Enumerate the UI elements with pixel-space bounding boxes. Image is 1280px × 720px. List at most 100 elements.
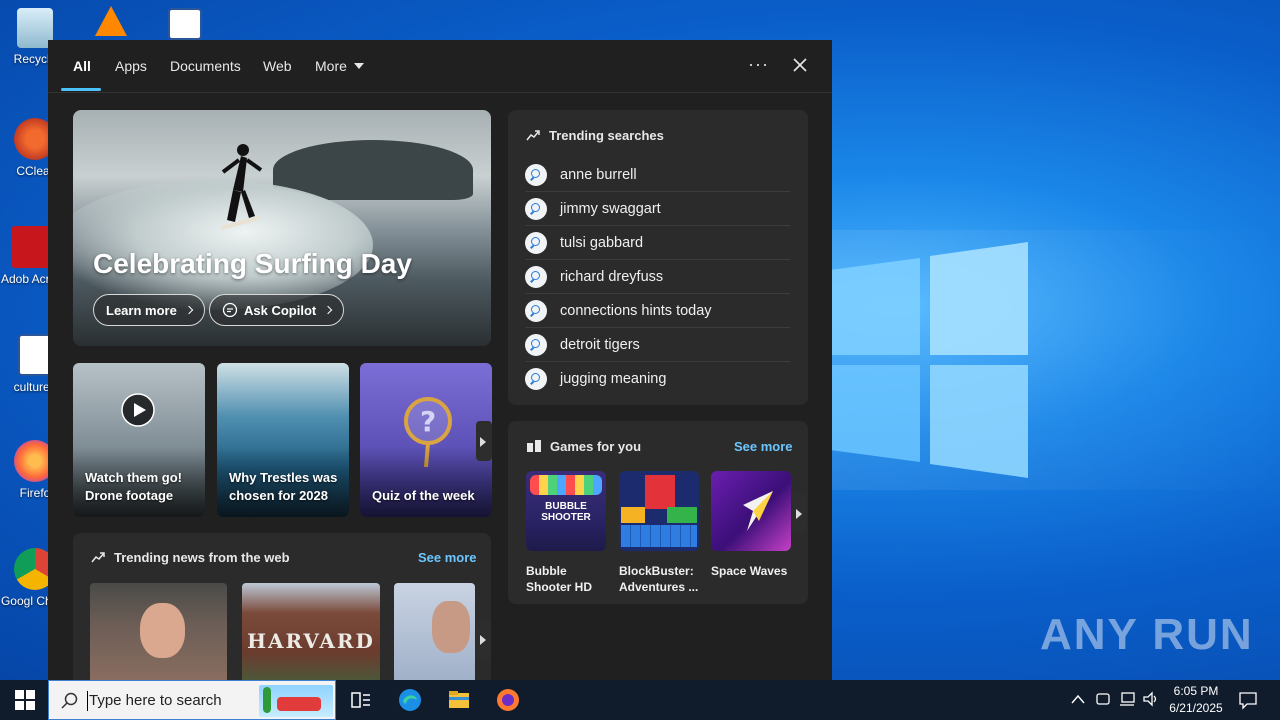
search-icon	[525, 265, 547, 288]
trending-search-item[interactable]: jimmy swaggart	[525, 192, 790, 226]
learn-more-button[interactable]: Learn more	[93, 294, 205, 326]
trending-search-item[interactable]: tulsi gabbard	[525, 226, 790, 260]
search-highlight-image	[259, 685, 333, 717]
trending-search-label: richard dreyfuss	[560, 268, 664, 285]
tile-caption: Quiz of the week	[372, 488, 475, 503]
game-bubble-shooter[interactable]: BUBBLE SHOOTER Bubble Shooter HD	[526, 471, 606, 595]
games-icon	[527, 440, 541, 452]
desktop-icon-word[interactable]	[164, 8, 206, 44]
games-next-button[interactable]	[792, 493, 806, 533]
trending-search-label: jimmy swaggart	[560, 200, 661, 217]
more-options-button[interactable]: ···	[748, 54, 769, 75]
harvard-text: HARVARD	[247, 629, 375, 653]
hero-card[interactable]: Celebrating Surfing Day Learn more Ask C…	[73, 110, 491, 346]
close-icon[interactable]	[789, 54, 811, 76]
ask-copilot-button[interactable]: Ask Copilot	[209, 294, 345, 326]
taskbar-search-box[interactable]: Type here to search	[48, 680, 336, 720]
news-see-more-link[interactable]: See more	[418, 550, 477, 565]
tiles-next-button[interactable]	[476, 421, 492, 461]
search-icon	[525, 333, 547, 356]
tab-web[interactable]: Web	[263, 58, 292, 74]
tab-more-label: More	[315, 58, 347, 74]
ask-copilot-label: Ask Copilot	[244, 302, 317, 318]
firefox-taskbar-icon[interactable]	[496, 688, 520, 712]
text-caret	[87, 691, 88, 711]
news-image-3[interactable]	[394, 583, 475, 680]
bubble-shooter-logo-text: BUBBLE SHOOTER	[541, 501, 591, 523]
tile-caption: Why Trestles was chosen for 2028	[229, 470, 338, 503]
trending-search-label: connections hints today	[560, 302, 712, 319]
trending-search-item[interactable]: richard dreyfuss	[525, 260, 790, 294]
trending-searches-card: Trending searches anne burrell jimmy swa…	[508, 110, 808, 405]
games-card: Games for you See more BUBBLE SHOOTER Bu…	[508, 421, 808, 604]
trending-search-item[interactable]: jugging meaning	[525, 362, 790, 396]
games-title: Games for you	[550, 439, 642, 454]
clock-time: 6:05 PM	[1173, 684, 1219, 698]
hero-title: Celebrating Surfing Day	[93, 248, 412, 279]
news-image-1[interactable]	[90, 583, 227, 680]
chevron-right-icon	[184, 305, 194, 315]
task-view-icon[interactable]	[349, 688, 373, 712]
desktop-icon-vlc[interactable]	[90, 6, 132, 40]
tab-apps[interactable]: Apps	[115, 58, 147, 74]
game-name: BlockBuster: Adventures ...	[619, 564, 699, 594]
search-tabs: All Apps Documents Web More ···	[48, 40, 832, 93]
desktop-icon-label: Firefo	[19, 486, 51, 500]
chat-bubble-icon	[222, 302, 238, 318]
tab-all[interactable]: All	[73, 58, 91, 74]
trending-icon	[526, 130, 540, 141]
volume-icon[interactable]	[1142, 691, 1160, 707]
learn-more-label: Learn more	[106, 302, 177, 318]
taskbar-clock[interactable]: 6:05 PM 6/21/2025	[1165, 683, 1227, 717]
trending-news-title: Trending news from the web	[114, 550, 290, 565]
tile-quiz[interactable]: ? Quiz of the week	[360, 363, 492, 517]
trending-icon	[91, 552, 105, 563]
news-image-2[interactable]: HARVARD	[242, 583, 380, 680]
file-explorer-icon[interactable]	[447, 688, 471, 712]
trending-search-label: tulsi gabbard	[560, 234, 644, 251]
trending-search-item[interactable]: connections hints today	[525, 294, 790, 328]
search-icon	[525, 231, 547, 254]
caret-down-icon	[353, 63, 364, 69]
trending-search-item[interactable]: anne burrell	[525, 158, 790, 192]
blue-blocks	[621, 525, 697, 547]
meet-now-icon[interactable]	[1095, 691, 1111, 707]
search-icon	[525, 163, 547, 186]
chevron-up-icon[interactable]	[1071, 694, 1085, 704]
trending-news-card: Trending news from the web See more HARV…	[73, 533, 491, 680]
search-icon	[525, 368, 547, 390]
game-space-waves[interactable]: Space Waves	[711, 471, 791, 579]
news-person-face	[140, 603, 185, 658]
tile-drone-footage[interactable]: Watch them go! Drone footage	[73, 363, 205, 517]
palm-shape	[263, 687, 271, 713]
game-thumbnail	[711, 471, 791, 551]
games-see-more-link[interactable]: See more	[734, 439, 793, 454]
news-person-face	[432, 601, 470, 653]
red-blocks	[645, 475, 675, 509]
windows-start-icon[interactable]	[15, 690, 35, 710]
svg-text:?: ?	[420, 405, 436, 438]
notification-icon[interactable]	[1238, 690, 1258, 710]
tile-trestles[interactable]: Why Trestles was chosen for 2028	[217, 363, 349, 517]
trending-searches-title: Trending searches	[549, 128, 664, 143]
acrobat-icon	[11, 226, 53, 268]
word-icon	[168, 8, 202, 40]
tab-more[interactable]: More	[315, 58, 364, 74]
yellow-blocks	[621, 507, 645, 523]
green-blocks	[667, 507, 697, 523]
search-icon	[525, 197, 547, 220]
news-next-button[interactable]	[476, 619, 491, 659]
tile-caption: Watch them go! Drone footage	[85, 470, 183, 503]
network-icon[interactable]	[1118, 691, 1136, 707]
windows-logo	[830, 242, 1028, 478]
edge-icon[interactable]	[398, 688, 422, 712]
search-icon	[525, 299, 547, 322]
tab-documents[interactable]: Documents	[170, 58, 241, 74]
trending-search-item[interactable]: detroit tigers	[525, 328, 790, 362]
clock-date: 6/21/2025	[1169, 701, 1223, 715]
game-name: Space Waves	[711, 564, 788, 578]
vlc-icon	[95, 6, 127, 36]
surfer-figure	[220, 144, 263, 230]
game-blockbuster[interactable]: BlockBuster: Adventures ...	[619, 471, 699, 595]
game-name: Bubble Shooter HD	[526, 564, 592, 594]
